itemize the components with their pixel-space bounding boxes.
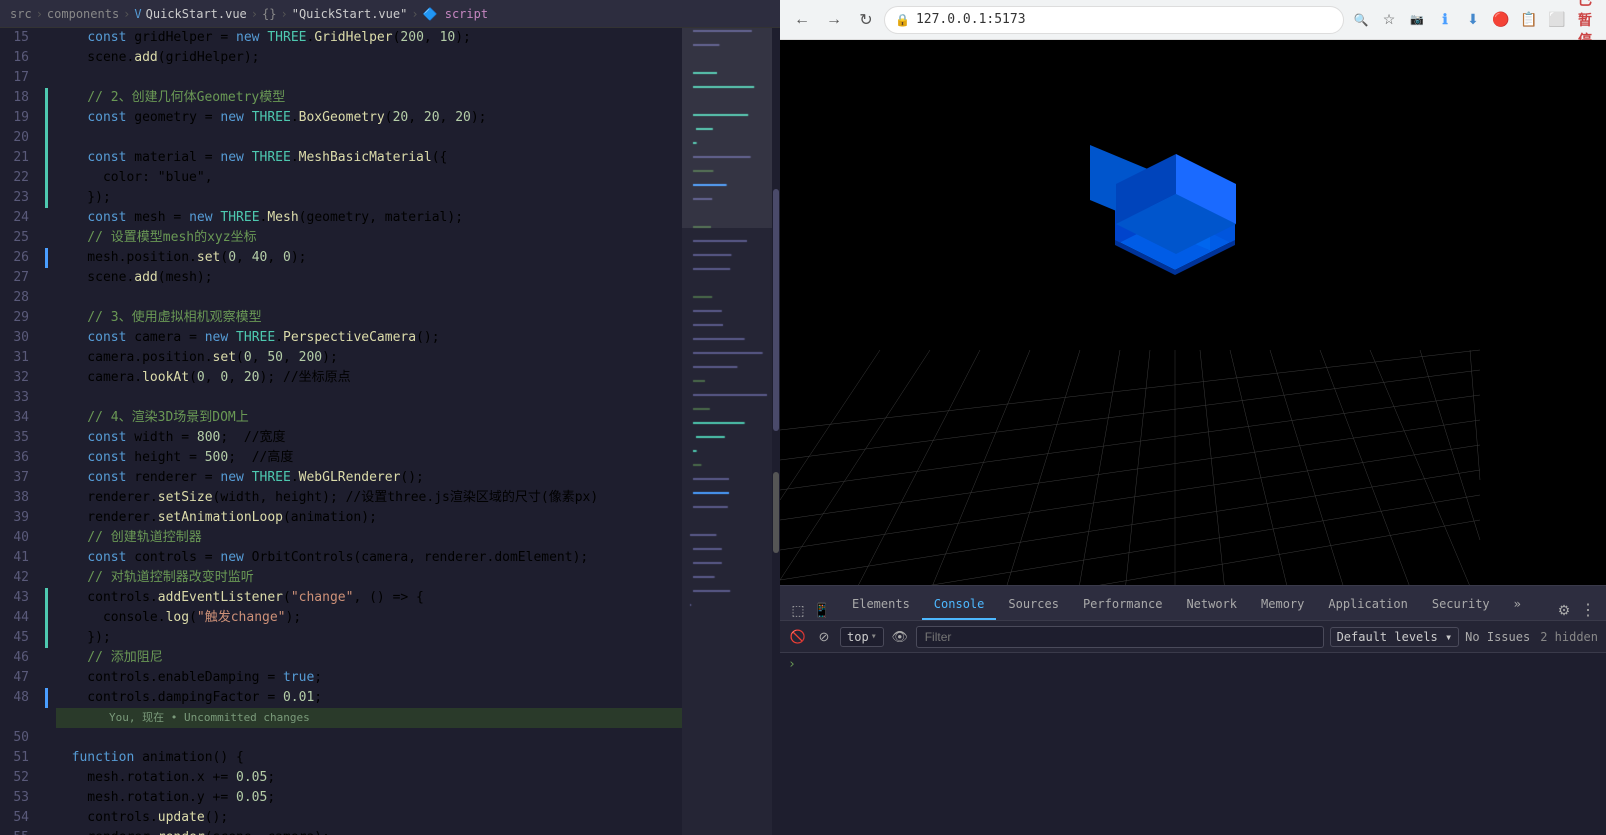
browser-ext1[interactable]: ℹ bbox=[1432, 7, 1458, 33]
profile-button[interactable]: 已暂停 bbox=[1572, 7, 1598, 33]
threejs-scene-svg bbox=[780, 40, 1606, 585]
console-eye-icon[interactable]: 👁 bbox=[890, 627, 910, 647]
console-filter-input[interactable] bbox=[916, 626, 1324, 648]
breadcrumb-script: 🔷 script bbox=[423, 7, 489, 21]
browser-ext3[interactable]: 🔴 bbox=[1488, 7, 1514, 33]
breadcrumb: src › components › V QuickStart.vue › {}… bbox=[0, 0, 780, 28]
devtools-device-icon[interactable]: 📱 bbox=[812, 600, 832, 620]
tab-performance[interactable]: Performance bbox=[1071, 590, 1174, 620]
console-filter-icon[interactable]: ⊘ bbox=[814, 627, 834, 647]
scroll-thumb-small bbox=[773, 472, 779, 553]
browser-ext4[interactable]: 📋 bbox=[1516, 7, 1542, 33]
breadcrumb-sep3: › bbox=[251, 7, 258, 21]
breadcrumb-sep1: › bbox=[36, 7, 43, 21]
forward-button[interactable]: → bbox=[820, 6, 848, 34]
console-prompt-icon: › bbox=[788, 657, 796, 672]
tab-security[interactable]: Security bbox=[1420, 590, 1502, 620]
breadcrumb-components: components bbox=[47, 7, 119, 21]
breadcrumb-sep2: › bbox=[123, 7, 130, 21]
console-clear-icon[interactable]: 🚫 bbox=[788, 627, 808, 647]
editor-panel: src › components › V QuickStart.vue › {}… bbox=[0, 0, 780, 835]
browser-toolbar: ← → ↻ 🔒 127.0.0.1:5173 🔍 ☆ 📷 ℹ ⬇ 🔴 📋 ⬜ 已… bbox=[780, 0, 1606, 40]
vue-icon: V bbox=[134, 7, 141, 21]
devtools-tabs-icons: ⚙ ⋮ bbox=[1554, 600, 1598, 620]
threejs-canvas bbox=[780, 40, 1606, 585]
url-text: 127.0.0.1:5173 bbox=[916, 12, 1333, 27]
browser-ext2[interactable]: ⬇ bbox=[1460, 7, 1486, 33]
top-label: top bbox=[847, 630, 869, 644]
no-issues-label: No Issues bbox=[1465, 630, 1530, 644]
blue-cube bbox=[1106, 149, 1246, 283]
tab-elements[interactable]: Elements bbox=[840, 590, 922, 620]
tab-network[interactable]: Network bbox=[1174, 590, 1249, 620]
devtools-settings-icon[interactable]: ⚙ bbox=[1554, 600, 1574, 620]
right-scrollbar[interactable] bbox=[772, 28, 780, 835]
scroll-thumb-main bbox=[773, 189, 779, 431]
default-levels-dropdown[interactable]: Default levels ▾ bbox=[1330, 627, 1460, 647]
default-levels-label: Default levels ▾ bbox=[1337, 630, 1453, 644]
star-button[interactable]: ☆ bbox=[1376, 7, 1402, 33]
console-context-dropdown[interactable]: top ▾ bbox=[840, 627, 884, 647]
devtools-more-icon[interactable]: ⋮ bbox=[1578, 600, 1598, 620]
zoom-button[interactable]: 🔍 bbox=[1348, 7, 1374, 33]
tab-more[interactable]: » bbox=[1502, 590, 1533, 620]
breadcrumb-quotedname: "QuickStart.vue" bbox=[292, 7, 408, 21]
breadcrumb-sep4: › bbox=[280, 7, 287, 21]
git-indicators bbox=[45, 28, 50, 835]
tab-console[interactable]: Console bbox=[922, 590, 997, 620]
back-button[interactable]: ← bbox=[788, 6, 816, 34]
breadcrumb-filename: QuickStart.vue bbox=[146, 7, 247, 21]
devtools-inspect-icon[interactable]: ⬚ bbox=[788, 600, 808, 620]
console-content: › bbox=[780, 653, 1606, 835]
screenshot-button[interactable]: 📷 bbox=[1404, 7, 1430, 33]
reload-button[interactable]: ↻ bbox=[852, 6, 880, 34]
code-content[interactable]: const gridHelper = new THREE.GridHelper(… bbox=[50, 28, 682, 835]
browser-panel: ← → ↻ 🔒 127.0.0.1:5173 🔍 ☆ 📷 ℹ ⬇ 🔴 📋 ⬜ 已… bbox=[780, 0, 1606, 835]
line-numbers: 1516171819202122232425262728293031323334… bbox=[0, 28, 45, 835]
minimap bbox=[682, 28, 772, 835]
devtools-tabs: ⬚ 📱 Elements Console Sources Performance… bbox=[780, 586, 1606, 621]
hidden-count-label: 2 hidden bbox=[1540, 630, 1598, 644]
console-toolbar: 🚫 ⊘ top ▾ 👁 Default levels ▾ No Issues 2… bbox=[780, 621, 1606, 653]
devtools: ⬚ 📱 Elements Console Sources Performance… bbox=[780, 585, 1606, 835]
tab-application[interactable]: Application bbox=[1316, 590, 1419, 620]
browser-icons-right: 🔍 ☆ 📷 ℹ ⬇ 🔴 📋 ⬜ 已暂停 bbox=[1348, 7, 1598, 33]
lock-icon: 🔒 bbox=[895, 13, 910, 27]
breadcrumb-src: src bbox=[10, 7, 32, 21]
tab-memory[interactable]: Memory bbox=[1249, 590, 1316, 620]
browser-ext5[interactable]: ⬜ bbox=[1544, 7, 1570, 33]
address-bar[interactable]: 🔒 127.0.0.1:5173 bbox=[884, 6, 1344, 34]
editor-wrapper: 1516171819202122232425262728293031323334… bbox=[0, 28, 780, 835]
minimap-viewport bbox=[682, 28, 772, 228]
breadcrumb-braces: {} bbox=[262, 7, 276, 21]
tab-sources[interactable]: Sources bbox=[996, 590, 1071, 620]
breadcrumb-sep5: › bbox=[411, 7, 418, 21]
top-dropdown-icon: ▾ bbox=[871, 631, 877, 642]
